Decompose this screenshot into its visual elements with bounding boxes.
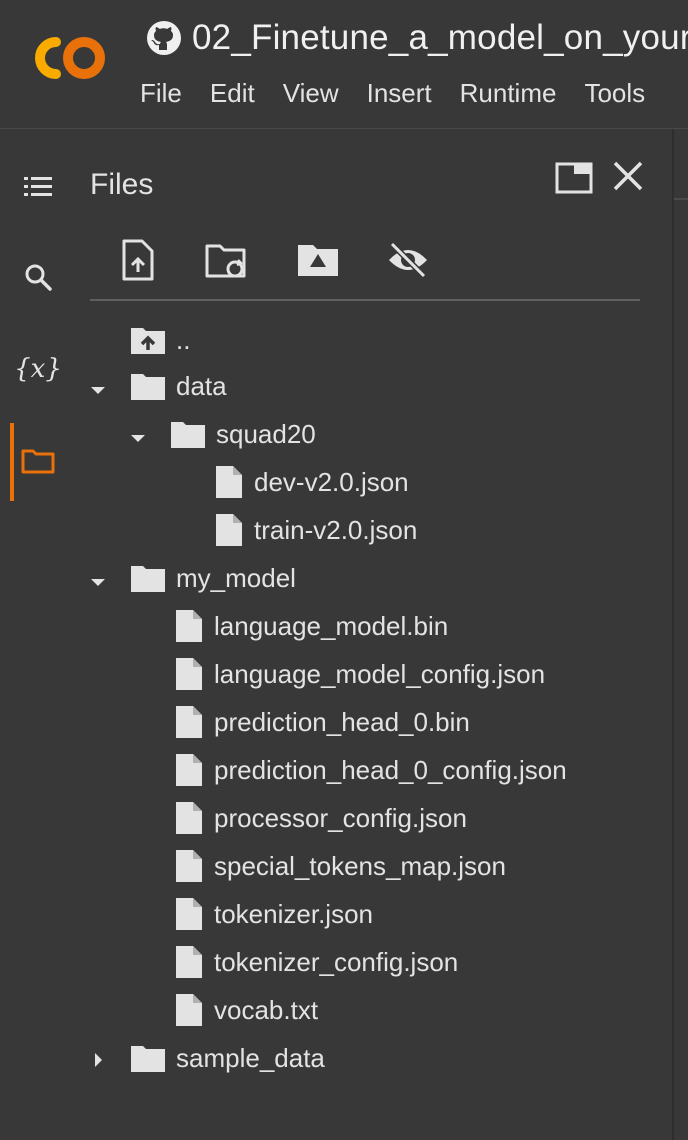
tree-item-file[interactable]: dev-v2.0.json [212,460,409,504]
file-icon [176,850,202,882]
panel-edge-mark [674,198,688,200]
tree-item-label: tokenizer.json [214,898,373,929]
table-of-contents-button[interactable] [20,169,56,205]
tree-item-file[interactable]: special_tokens_map.json [172,844,506,888]
upload-file-icon[interactable] [116,238,160,282]
tree-item-label: vocab.txt [214,994,319,1025]
tree-item-folder-squad20[interactable]: squad20 [170,412,316,456]
tree-item-label: my_model [176,562,296,593]
caret-down-icon[interactable] [88,380,108,400]
tree-item-file[interactable]: language_model.bin [172,604,448,648]
refresh-folder-icon[interactable] [204,238,248,282]
search-icon [25,264,52,291]
variables-icon: {x} [14,354,62,384]
variables-button[interactable]: {x} [14,351,62,387]
menu-runtime[interactable]: Runtime [460,78,557,109]
file-icon [176,610,202,642]
notebook-title[interactable]: 02_Finetune_a_model_on_your [192,18,688,58]
colab-logo[interactable] [26,30,110,86]
tree-item-label: prediction_head_0.bin [214,706,470,737]
tree-item-file[interactable]: prediction_head_0.bin [172,700,470,744]
menu-tools[interactable]: Tools [584,78,645,109]
tree-item-label: train-v2.0.json [254,514,418,545]
caret-down-icon[interactable] [128,428,148,448]
folder-up-icon [131,328,165,354]
hide-files-icon[interactable] [386,238,430,282]
file-icon [176,994,202,1026]
menu-file[interactable]: File [140,78,182,109]
tree-item-label: dev-v2.0.json [254,466,409,497]
active-indicator [10,423,14,501]
tree-item-file[interactable]: tokenizer_config.json [172,940,458,984]
tree-item-file[interactable]: vocab.txt [172,988,318,1032]
close-icon[interactable] [608,156,648,196]
tree-item-label: prediction_head_0_config.json [214,754,567,785]
menu-edit[interactable]: Edit [210,78,255,109]
tree-item-label: processor_config.json [214,802,467,833]
tree-item-file[interactable]: tokenizer.json [172,892,373,936]
toolbar-divider [90,299,640,301]
app-header: 02_Finetune_a_model_on_your File Edit Vi… [0,0,688,129]
folder-icon [21,449,55,474]
tree-item-label: sample_data [176,1042,325,1073]
panel-right-border[interactable] [672,129,674,1140]
tree-item-folder-my-model[interactable]: my_model [130,556,296,600]
tree-item-label: .. [176,324,191,355]
tree-item-label: data [176,370,227,401]
tree-item-file[interactable]: prediction_head_0_config.json [172,748,567,792]
file-icon [176,754,202,786]
tree-item-file[interactable]: processor_config.json [172,796,467,840]
file-icon [176,658,202,690]
notebook-title-row: 02_Finetune_a_model_on_your [146,18,688,58]
tree-item-folder-sample-data[interactable]: sample_data [130,1036,325,1080]
folder-icon [171,422,205,448]
folder-icon [131,374,165,400]
file-icon [176,802,202,834]
file-icon [216,466,242,498]
caret-right-icon[interactable] [88,1050,108,1070]
files-panel-title: Files [90,168,154,201]
file-icon [176,706,202,738]
tree-item-parent[interactable]: .. [130,318,190,362]
tree-item-label: tokenizer_config.json [214,946,459,977]
list-icon [24,177,52,196]
tree-item-folder-data[interactable]: data [130,364,227,408]
tree-item-label: special_tokens_map.json [214,850,506,881]
left-rail: {x} [0,129,70,1140]
search-button[interactable] [20,259,56,295]
files-button[interactable] [20,443,56,479]
github-icon [147,21,181,55]
menu-insert[interactable]: Insert [367,78,432,109]
tree-item-label: language_model.bin [214,610,449,641]
file-icon [216,514,242,546]
tree-item-file[interactable]: train-v2.0.json [212,508,417,552]
menu-view[interactable]: View [283,78,339,109]
open-in-tab-icon[interactable] [554,158,594,198]
tree-item-file[interactable]: language_model_config.json [172,652,545,696]
tree-item-label: language_model_config.json [214,658,546,689]
tree-item-label: squad20 [216,418,316,449]
folder-icon [131,1046,165,1072]
folder-icon [131,566,165,592]
file-icon [176,946,202,978]
file-icon [176,898,202,930]
caret-down-icon[interactable] [88,572,108,592]
mount-drive-icon[interactable] [296,238,340,282]
menu-bar: File Edit View Insert Runtime Tools [140,78,673,109]
